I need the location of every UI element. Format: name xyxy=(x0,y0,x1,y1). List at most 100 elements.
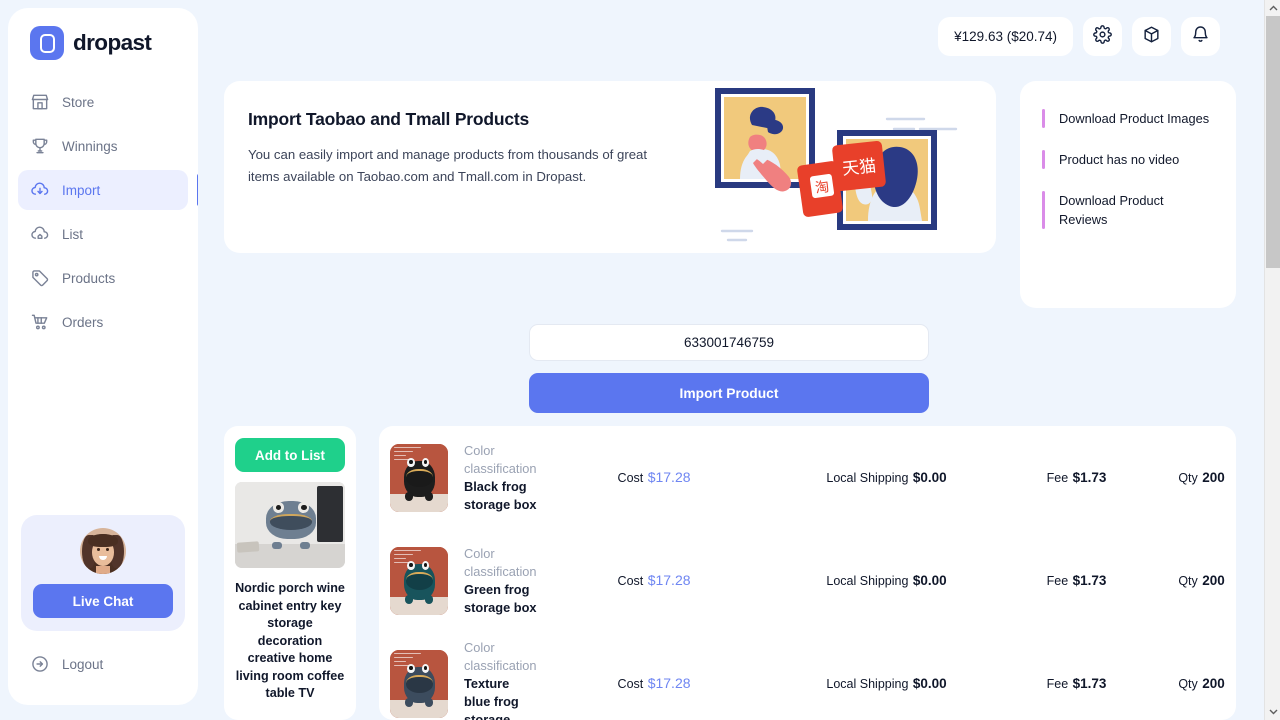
taobao-tmall-illustration: 淘 天猫 xyxy=(712,81,996,253)
trophy-icon xyxy=(30,136,50,156)
variant-cost-cell: Cost $17.28 xyxy=(537,469,772,487)
sidebar-item-label: Store xyxy=(62,94,95,110)
table-row[interactable]: Color classification Texture blue frog s… xyxy=(379,632,1236,720)
sidebar-item-list[interactable]: List xyxy=(18,214,188,254)
column-header-qty: Qty xyxy=(1178,573,1198,588)
column-header-fee: Fee xyxy=(1046,573,1069,588)
cloud-download-icon xyxy=(30,180,50,200)
scrollbar-thumb[interactable] xyxy=(1266,16,1280,268)
avatar xyxy=(80,528,126,574)
results-area: Add to List Nordic porch wine cabinet en… xyxy=(224,426,1236,720)
product-card: Add to List Nordic porch wine cabinet en… xyxy=(224,426,356,720)
product-code-input[interactable] xyxy=(529,324,929,361)
product-title: Nordic porch wine cabinet entry key stor… xyxy=(235,581,345,700)
column-header-qty: Qty xyxy=(1178,470,1198,485)
variant-name: Black frog storage box xyxy=(464,478,537,512)
variant-shipping-cell: Local Shipping $0.00 xyxy=(772,572,1002,590)
bell-icon xyxy=(1191,25,1210,49)
variant-attribute-label: Color classification xyxy=(464,442,537,476)
balance-pill[interactable]: ¥129.63 ($20.74) xyxy=(938,17,1073,56)
gear-icon xyxy=(1093,24,1112,49)
variant-attribute-label: Color classification xyxy=(464,545,537,579)
brand-name: dropast xyxy=(73,30,152,55)
variant-fee-value: $1.73 xyxy=(1072,675,1107,691)
variant-shipping-value: $0.00 xyxy=(912,572,947,588)
tips-panel: Download Product Images Product has no v… xyxy=(1020,81,1236,308)
variant-qty-value: 200 xyxy=(1202,469,1225,485)
tip-item: Product has no video xyxy=(1042,150,1214,169)
variant-shipping-cell: Local Shipping $0.00 xyxy=(772,675,1002,693)
topbar: ¥129.63 ($20.74) xyxy=(938,17,1220,56)
import-block: Import Product xyxy=(529,324,929,413)
variant-cost-value: $17.28 xyxy=(647,571,691,588)
tip-label: Download Product Images xyxy=(1059,111,1210,126)
logout-icon xyxy=(30,654,50,674)
sidebar-item-orders[interactable]: Orders xyxy=(18,302,188,342)
notifications-button[interactable] xyxy=(1181,17,1220,56)
variant-name: Texture blue frog storage xyxy=(464,675,519,720)
table-row[interactable]: Color classification Green frog storage … xyxy=(379,529,1236,632)
variant-cost-value: $17.28 xyxy=(647,468,691,485)
variant-shipping-value: $0.00 xyxy=(912,469,947,485)
variant-list: Color classification Black frog storage … xyxy=(379,426,1236,720)
sidebar-item-import[interactable]: Import xyxy=(18,170,198,210)
package-icon xyxy=(1142,25,1161,49)
sidebar-item-label: Products xyxy=(62,270,116,286)
variant-cost-value: $17.28 xyxy=(647,674,691,691)
sidebar-item-store[interactable]: Store xyxy=(18,82,188,122)
tag-icon xyxy=(30,268,50,288)
sidebar-item-winnings[interactable]: Winnings xyxy=(18,126,188,166)
column-header-cost: Cost xyxy=(617,676,644,691)
sidebar-item-label: Orders xyxy=(62,314,104,330)
variant-qty-cell: Qty 200 xyxy=(1152,675,1236,693)
brand-logo[interactable]: dropast xyxy=(8,8,198,76)
column-header-fee: Fee xyxy=(1046,470,1069,485)
column-header-local-shipping: Local Shipping xyxy=(826,573,909,588)
variant-qty-cell: Qty 200 xyxy=(1152,572,1236,590)
sidebar-nav: Store Winnings Import List Products Orde… xyxy=(8,76,198,346)
variant-cost-cell: Cost $17.28 xyxy=(537,572,772,590)
sidebar-item-products[interactable]: Products xyxy=(18,258,188,298)
variant-fee-value: $1.73 xyxy=(1072,572,1107,588)
column-header-fee: Fee xyxy=(1046,676,1069,691)
tip-accent-bar xyxy=(1042,191,1045,229)
store-icon xyxy=(30,92,50,112)
banner-title: Import Taobao and Tmall Products xyxy=(248,109,530,129)
tip-item: Download Product Reviews xyxy=(1042,191,1214,229)
add-to-list-button[interactable]: Add to List xyxy=(235,438,345,472)
main-content: ¥129.63 ($20.74) Import Taobao and Tmall… xyxy=(198,0,1264,720)
logout-button[interactable]: Logout xyxy=(8,645,198,683)
sidebar: dropast Store Winnings Import List Produ… xyxy=(8,8,198,705)
variant-thumbnail xyxy=(390,649,448,718)
tip-accent-bar xyxy=(1042,109,1045,128)
column-header-cost: Cost xyxy=(617,573,644,588)
column-header-qty: Qty xyxy=(1178,676,1198,691)
column-header-local-shipping: Local Shipping xyxy=(826,676,909,691)
chevron-down-icon[interactable] xyxy=(1265,704,1280,720)
tip-accent-bar xyxy=(1042,150,1045,169)
table-row[interactable]: Color classification Black frog storage … xyxy=(379,426,1236,529)
live-chat-button[interactable]: Live Chat xyxy=(33,584,173,618)
sidebar-item-label: Winnings xyxy=(62,138,118,154)
import-banner: Import Taobao and Tmall Products You can… xyxy=(224,81,996,253)
live-chat-card: Live Chat xyxy=(21,515,185,631)
variant-fee-value: $1.73 xyxy=(1072,469,1107,485)
import-product-button[interactable]: Import Product xyxy=(529,373,929,413)
variant-shipping-cell: Local Shipping $0.00 xyxy=(772,469,1002,487)
variant-fee-cell: Fee $1.73 xyxy=(1002,675,1152,693)
variant-thumbnail xyxy=(390,546,448,615)
packages-button[interactable] xyxy=(1132,17,1171,56)
variant-shipping-value: $0.00 xyxy=(912,675,947,691)
sidebar-item-label: List xyxy=(62,226,84,242)
column-header-cost: Cost xyxy=(617,470,644,485)
tip-label: Product has no video xyxy=(1059,152,1180,167)
variant-qty-value: 200 xyxy=(1202,572,1225,588)
tip-item: Download Product Images xyxy=(1042,109,1214,128)
chevron-up-icon[interactable] xyxy=(1265,0,1280,16)
variant-attribute-label: Color classification xyxy=(464,639,537,673)
svg-text:淘: 淘 xyxy=(814,179,830,197)
settings-button[interactable] xyxy=(1083,17,1122,56)
dropast-logo-icon xyxy=(30,26,64,60)
page-scrollbar[interactable] xyxy=(1264,0,1280,720)
